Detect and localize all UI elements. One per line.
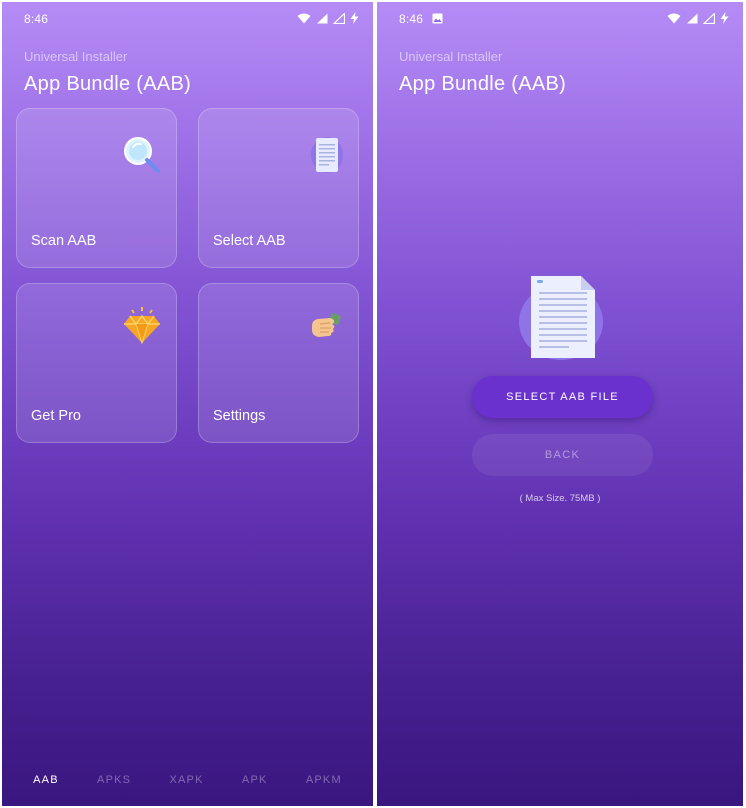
battery-charging-icon (720, 12, 729, 24)
get-pro-card[interactable]: Get Pro (16, 283, 177, 443)
back-button[interactable]: BACK (472, 434, 653, 476)
tab-xapk[interactable]: XAPK (169, 774, 203, 794)
document-icon (311, 137, 343, 173)
app-subtitle: Universal Installer (399, 49, 503, 64)
signal-icon (317, 13, 328, 23)
signal-icon (687, 13, 698, 23)
signal-icon (333, 12, 345, 24)
diamond-icon (124, 307, 160, 344)
battery-charging-icon (350, 12, 359, 24)
document-icon (519, 276, 603, 360)
wifi-icon (667, 13, 681, 23)
signal-icon (703, 12, 715, 24)
card-label: Scan AAB (31, 233, 97, 249)
status-icons (667, 12, 729, 24)
hand-icon (312, 313, 341, 337)
status-bar: 8:46 (377, 2, 743, 36)
bottom-nav: AAB APKS XAPK APK APKM (2, 774, 373, 794)
status-icons (297, 12, 359, 24)
select-file-screen: 8:46 Universal Installer App Bundle (AAB… (377, 2, 743, 806)
card-label: Select AAB (213, 233, 286, 249)
select-aab-card[interactable]: Select AAB (198, 108, 359, 268)
card-label: Get Pro (31, 408, 81, 424)
card-label: Settings (213, 408, 266, 424)
page-title: App Bundle (AAB) (24, 73, 192, 95)
tab-apkm[interactable]: APKM (306, 774, 342, 794)
tab-apks[interactable]: APKS (97, 774, 131, 794)
max-size-note: ( Max Size. 75MB ) (519, 493, 601, 504)
page-title: App Bundle (AAB) (399, 73, 567, 95)
app-subtitle: Universal Installer (24, 49, 128, 64)
select-aab-file-button[interactable]: SELECT AAB FILE (472, 376, 653, 418)
main-menu-screen: 8:46 Universal Installer App Bundle (AAB… (2, 2, 373, 806)
status-time: 8:46 (399, 12, 424, 26)
status-time: 8:46 (24, 12, 49, 26)
tab-aab[interactable]: AAB (33, 774, 59, 794)
tab-apk[interactable]: APK (242, 774, 268, 794)
status-bar: 8:46 (2, 2, 373, 36)
settings-card[interactable]: Settings (198, 283, 359, 443)
magnifier-icon (124, 137, 160, 173)
gallery-icon (432, 13, 443, 24)
scan-aab-card[interactable]: Scan AAB (16, 108, 177, 268)
wifi-icon (297, 13, 311, 23)
